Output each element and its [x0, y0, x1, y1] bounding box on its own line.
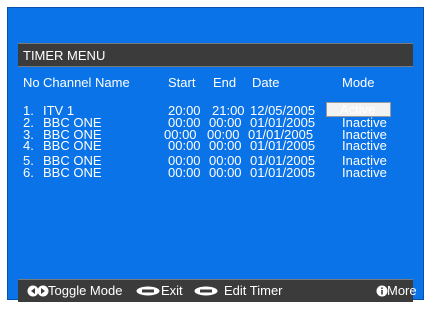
- row-mode[interactable]: Inactive: [342, 166, 387, 179]
- col-date-header: Date: [252, 75, 280, 90]
- col-start-header: Start: [168, 75, 196, 90]
- row-start: 00:00: [168, 165, 201, 180]
- toggle-mode-label: Toggle Mode: [48, 283, 123, 298]
- title-bar: TIMER MENU: [18, 43, 413, 67]
- col-no-header: No: [23, 75, 40, 90]
- left-right-arrows-icon[interactable]: [27, 285, 49, 297]
- row-channel: BBC ONE: [43, 138, 102, 153]
- row-start: 00:00: [168, 138, 201, 153]
- row-no: 6.: [23, 165, 34, 180]
- row-channel: BBC ONE: [43, 165, 102, 180]
- exit-label: Exit: [161, 283, 183, 298]
- row-date: 01/01/2005: [250, 138, 316, 153]
- edit-timer-label: Edit Timer: [224, 283, 283, 298]
- tv-screen: TIMER MENU No Channel Name Start End Dat…: [7, 7, 424, 302]
- footer-bar: Toggle Mode Exit Edit Timer More: [18, 279, 417, 302]
- col-channel-header: Channel Name: [43, 75, 130, 90]
- more-label: More: [387, 283, 417, 298]
- row-date: 01/01/2005: [250, 165, 316, 180]
- col-end-header: End: [213, 75, 237, 90]
- col-mode-header: Mode: [342, 75, 375, 90]
- menu-key-icon[interactable]: [136, 286, 160, 296]
- page-title: TIMER MENU: [23, 48, 106, 63]
- select-key-icon[interactable]: [194, 286, 218, 296]
- row-no: 4.: [23, 138, 34, 153]
- row-mode[interactable]: Inactive: [342, 139, 387, 152]
- row-end: 00:00: [209, 165, 242, 180]
- row-end: 00:00: [209, 138, 242, 153]
